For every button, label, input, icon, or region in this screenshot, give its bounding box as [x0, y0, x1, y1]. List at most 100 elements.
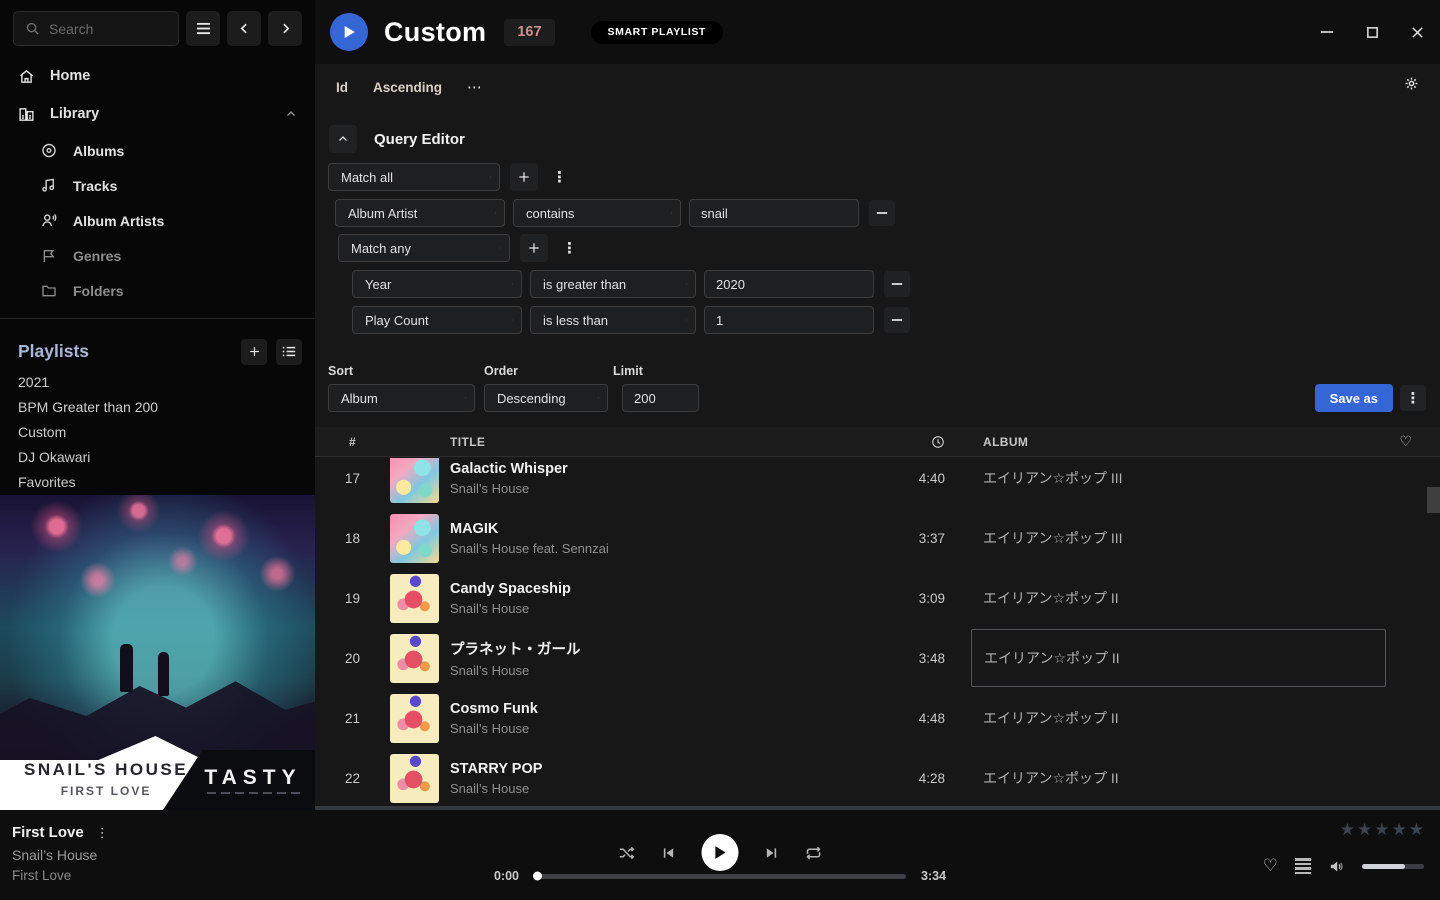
nav-back-button[interactable]: [227, 11, 261, 46]
playlist-item[interactable]: Custom: [18, 419, 305, 444]
rule-field-select[interactable]: Year: [352, 270, 522, 298]
row-track-artist[interactable]: Snail’s House: [450, 601, 856, 616]
rule-value-input[interactable]: [716, 277, 862, 292]
remove-rule-button[interactable]: [869, 200, 895, 226]
star-icon[interactable]: ★: [1374, 820, 1389, 840]
skip-back-icon[interactable]: [661, 845, 677, 861]
rule-field-select[interactable]: Play Count: [352, 306, 522, 334]
now-playing-title[interactable]: First Love: [12, 824, 84, 841]
star-icon[interactable]: ★: [1340, 820, 1355, 840]
group-match-select[interactable]: Match any: [338, 234, 510, 262]
sidebar-item-album-artists[interactable]: Album Artists: [0, 203, 315, 238]
seek-thumb[interactable]: [533, 872, 542, 881]
table-row[interactable]: 18 MAGIK Snail’s House feat. Sennzai 3:3…: [315, 508, 1440, 568]
now-playing-album-art[interactable]: SNAIL'S HOUSE FIRST LOVE TASTY: [0, 495, 315, 810]
table-row[interactable]: 20 プラネット・ガール Snail’s House 3:48 エイリアン☆ポッ…: [315, 628, 1440, 688]
star-icon[interactable]: ★: [1409, 820, 1424, 840]
order-select[interactable]: Descending: [484, 384, 608, 412]
add-rule-button[interactable]: [510, 163, 538, 191]
save-as-button[interactable]: Save as: [1315, 384, 1393, 412]
rule-operator-select[interactable]: is greater than: [530, 270, 696, 298]
column-favorite heart-header[interactable]: ♡: [1386, 433, 1426, 450]
column-duration[interactable]: [876, 435, 951, 449]
row-album-cell[interactable]: エイリアン☆ポップ III: [971, 509, 1386, 567]
now-playing-artist[interactable]: Snail’s House: [12, 847, 109, 863]
skip-forward-icon[interactable]: [764, 845, 780, 861]
repeat-icon[interactable]: [805, 844, 823, 862]
limit-input[interactable]: [634, 391, 687, 406]
remove-rule-button[interactable]: [884, 271, 910, 297]
add-group-rule-button[interactable]: [520, 234, 548, 262]
playlist-item[interactable]: Favorites: [18, 469, 305, 494]
rule-operator-select[interactable]: contains: [513, 199, 681, 227]
sort-direction-button[interactable]: Ascending: [373, 80, 442, 95]
sidebar-item-home[interactable]: Home: [0, 57, 315, 95]
vertical-scrollbar-thumb[interactable]: [1427, 487, 1440, 513]
sidebar-item-tracks[interactable]: Tracks: [0, 168, 315, 203]
heart-icon favorite-button[interactable]: ♡: [1263, 856, 1278, 876]
playlist-item[interactable]: BPM Greater than 200: [18, 394, 305, 419]
row-album-cell[interactable]: エイリアン☆ポップ II: [971, 749, 1386, 806]
playlist-item[interactable]: 2021: [18, 369, 305, 394]
shuffle-icon[interactable]: [618, 844, 636, 862]
rule-value-input[interactable]: [716, 313, 862, 328]
star-icon[interactable]: ★: [1357, 820, 1372, 840]
table-row[interactable]: 22 STARRY POP Snail’s House 4:28 エイリアン☆ポ…: [315, 748, 1440, 806]
rule-operator-select[interactable]: is less than: [530, 306, 696, 334]
remove-rule-button[interactable]: [884, 307, 910, 333]
row-album-cell[interactable]: エイリアン☆ポップ II: [971, 569, 1386, 627]
minimize-button[interactable]: [1319, 24, 1335, 40]
volume-slider[interactable]: [1362, 864, 1424, 869]
rule-value-field: [704, 270, 874, 298]
seek-slider[interactable]: [534, 874, 906, 879]
queue-icon[interactable]: [1295, 858, 1311, 874]
rule-value-input[interactable]: [701, 206, 847, 221]
row-duration: 4:48: [876, 711, 951, 726]
kebab-icon[interactable]: ⋮: [96, 825, 109, 841]
table-row[interactable]: 17 Galactic Whisper Snail’s House 4:40 エ…: [315, 458, 1440, 508]
menu-button[interactable]: [186, 11, 220, 46]
close-button[interactable]: [1409, 24, 1425, 40]
root-match-select[interactable]: Match all: [328, 163, 500, 191]
table-row[interactable]: 21 Cosmo Funk Snail’s House 4:48 エイリアン☆ポ…: [315, 688, 1440, 748]
sidebar-item-genres[interactable]: Genres: [0, 238, 315, 273]
sort-select[interactable]: Album: [328, 384, 475, 412]
rule-field-select[interactable]: Album Artist: [335, 199, 505, 227]
maximize-button[interactable]: [1364, 24, 1380, 40]
playlist-list-button[interactable]: [276, 339, 302, 365]
sidebar-item-folders[interactable]: Folders: [0, 273, 315, 308]
kebab-icon[interactable]: ⋮: [562, 239, 577, 257]
column-album[interactable]: ALBUM: [971, 435, 1386, 449]
row-track-artist[interactable]: Snail’s House: [450, 721, 856, 736]
sidebar-item-albums[interactable]: Albums: [0, 133, 315, 168]
collapse-query-editor-button[interactable]: [329, 125, 357, 153]
row-album-cell[interactable]: エイリアン☆ポップ II: [971, 689, 1386, 747]
volume-icon[interactable]: [1328, 858, 1345, 875]
nav-forward-button[interactable]: [268, 11, 302, 46]
row-track-artist[interactable]: Snail’s House: [450, 781, 856, 796]
sort-field-button[interactable]: Id: [336, 80, 348, 95]
add-playlist-button[interactable]: [241, 339, 267, 365]
save-options-button[interactable]: ⋮: [1400, 385, 1426, 411]
playlist-item[interactable]: DJ Okawari: [18, 444, 305, 469]
row-album-cell[interactable]: エイリアン☆ポップ III: [971, 458, 1386, 507]
gear-icon[interactable]: [1404, 76, 1419, 91]
now-playing-album[interactable]: First Love: [12, 868, 109, 883]
collapse-icon[interactable]: [285, 108, 297, 120]
search-box[interactable]: [13, 11, 179, 46]
row-track-artist[interactable]: Snail’s House: [450, 481, 856, 496]
row-track-artist[interactable]: Snail’s House feat. Sennzai: [450, 541, 856, 556]
table-row[interactable]: 19 Candy Spaceship Snail’s House 3:09 エイ…: [315, 568, 1440, 628]
row-track-artist[interactable]: Snail’s House: [450, 663, 856, 678]
column-index[interactable]: #: [315, 435, 390, 449]
column-title[interactable]: TITLE: [450, 435, 876, 449]
sidebar-item-library[interactable]: Library: [0, 95, 315, 133]
play-pause-button[interactable]: [702, 834, 739, 871]
star-icon[interactable]: ★: [1392, 820, 1407, 840]
group-match-row: Match any ⋮: [338, 234, 577, 262]
play-playlist-button[interactable]: [330, 13, 368, 51]
row-album-cell[interactable]: エイリアン☆ポップ II: [971, 629, 1386, 687]
search-input[interactable]: [49, 21, 167, 37]
kebab-icon[interactable]: ⋮: [552, 168, 567, 186]
meatball-icon[interactable]: ⋯: [467, 78, 483, 96]
